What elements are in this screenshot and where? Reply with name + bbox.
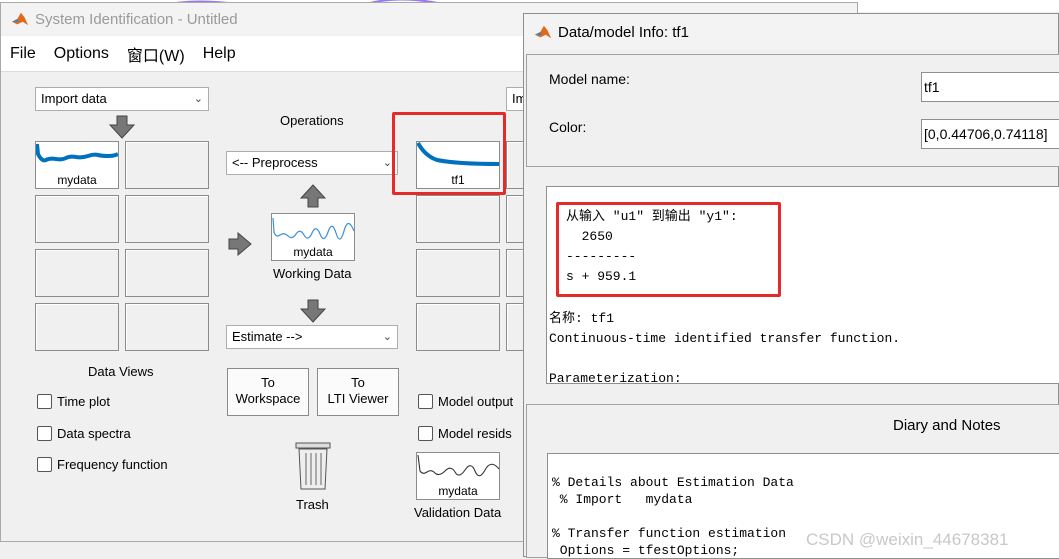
- diary-title: Diary and Notes: [893, 417, 1001, 434]
- arrow-up-icon: [300, 184, 326, 208]
- arrow-right-icon: [228, 232, 252, 256]
- chevron-down-icon: ⌄: [382, 157, 392, 169]
- validation-data-caption: Validation Data: [414, 505, 502, 520]
- estimate-select[interactable]: Estimate --> ⌄: [226, 325, 398, 349]
- checkbox-box[interactable]: [37, 457, 52, 472]
- chevron-down-icon: ⌄: [193, 93, 203, 105]
- matlab-logo-icon: [11, 12, 29, 26]
- model-name-field[interactable]: tf1: [921, 72, 1059, 102]
- model-tile-empty[interactable]: [416, 195, 500, 243]
- arrow-down-icon: [109, 115, 135, 139]
- to-workspace-line1: To: [261, 375, 275, 390]
- model-tile-empty[interactable]: [416, 249, 500, 297]
- checkbox-label: Frequency function: [57, 457, 168, 472]
- menu-window[interactable]: 窗口(W): [127, 42, 185, 66]
- checkbox-box[interactable]: [37, 394, 52, 409]
- checkbox-box[interactable]: [418, 394, 433, 409]
- data-tile-empty[interactable]: [125, 303, 209, 351]
- validation-data-thumbnail: [417, 454, 499, 477]
- chevron-down-icon: ⌄: [382, 331, 392, 343]
- menu-options[interactable]: Options: [54, 45, 109, 63]
- estimate-select-value: Estimate -->: [232, 329, 303, 344]
- validation-data-tile-label: mydata: [438, 484, 478, 498]
- data-tile-empty[interactable]: [125, 195, 209, 243]
- menu-help[interactable]: Help: [203, 45, 236, 63]
- diary-line: % Import mydata: [552, 492, 693, 507]
- trash-label: Trash: [296, 497, 329, 512]
- to-workspace-line2: Workspace: [235, 391, 301, 406]
- checkbox-label: Model output: [438, 394, 514, 409]
- to-workspace-button[interactable]: To Workspace: [227, 368, 309, 416]
- color-field[interactable]: [0,0.44706,0.74118]: [921, 119, 1059, 149]
- parameterization-line: Parameterization:: [549, 371, 682, 384]
- working-data-tile-label: mydata: [293, 245, 333, 259]
- trash-icon[interactable]: [294, 441, 332, 491]
- data-tile-mydata[interactable]: mydata: [35, 141, 119, 189]
- data-tile-empty[interactable]: [125, 141, 209, 189]
- highlight-box-model: [392, 112, 506, 195]
- checkbox-box[interactable]: [37, 426, 52, 441]
- model-properties-panel: Model name: tf1 Color: [0,0.44706,0.7411…: [526, 54, 1059, 167]
- checkbox-time-plot[interactable]: Time plot: [37, 394, 110, 409]
- import-data-select[interactable]: Import data ⌄: [35, 87, 209, 111]
- data-tile-empty[interactable]: [35, 195, 119, 243]
- to-lti-viewer-line1: To: [351, 375, 365, 390]
- working-data-caption: Working Data: [273, 266, 352, 281]
- to-lti-viewer-button[interactable]: To LTI Viewer: [317, 368, 399, 416]
- checkbox-model-output[interactable]: Model output: [418, 394, 513, 409]
- diary-line: [552, 508, 1059, 525]
- working-data-tile[interactable]: mydata: [271, 213, 355, 261]
- matlab-logo-icon: [534, 25, 552, 39]
- arrow-down-icon: [300, 299, 326, 323]
- validation-data-tile[interactable]: mydata: [416, 452, 500, 500]
- import-data-select-value: Import data: [41, 91, 107, 106]
- operations-label: Operations: [280, 113, 344, 128]
- main-window-title: System Identification - Untitled: [35, 10, 238, 28]
- data-tile-empty[interactable]: [35, 249, 119, 297]
- model-description: 名称: tf1 Continuous-time identified trans…: [549, 309, 901, 384]
- info-window-title: Data/model Info: tf1: [558, 23, 689, 41]
- watermark: CSDN @weixin_44678381: [806, 530, 1009, 549]
- diary-line: % Details about Estimation Data: [552, 475, 794, 490]
- to-lti-viewer-line2: LTI Viewer: [327, 391, 389, 406]
- model-tile-empty[interactable]: [416, 303, 500, 351]
- checkbox-label: Data spectra: [57, 426, 131, 441]
- checkbox-data-spectra[interactable]: Data spectra: [37, 426, 131, 441]
- data-tile-label: mydata: [57, 173, 97, 187]
- info-titlebar[interactable]: Data/model Info: tf1: [524, 14, 1058, 50]
- model-name-label: Model name:: [549, 71, 630, 87]
- model-name-line: 名称: tf1: [549, 311, 615, 326]
- working-data-thumbnail: [272, 217, 354, 240]
- checkbox-model-resids[interactable]: Model resids: [418, 426, 512, 441]
- checkbox-label: Time plot: [57, 394, 110, 409]
- highlight-box-transfer-function: [556, 202, 781, 297]
- checkbox-frequency-function[interactable]: Frequency function: [37, 457, 168, 472]
- data-tile-empty[interactable]: [125, 249, 209, 297]
- color-label: Color:: [549, 119, 587, 135]
- model-type-line: Continuous-time identified transfer func…: [549, 331, 901, 346]
- menu-file[interactable]: File: [10, 45, 36, 63]
- data-tile-empty[interactable]: [35, 303, 119, 351]
- checkbox-box[interactable]: [418, 426, 433, 441]
- preprocess-select-value: <-- Preprocess: [232, 155, 318, 170]
- data-views-label: Data Views: [88, 364, 154, 379]
- data-thumbnail: [36, 143, 118, 163]
- preprocess-select[interactable]: <-- Preprocess ⌄: [226, 151, 398, 175]
- checkbox-label: Model resids: [438, 426, 512, 441]
